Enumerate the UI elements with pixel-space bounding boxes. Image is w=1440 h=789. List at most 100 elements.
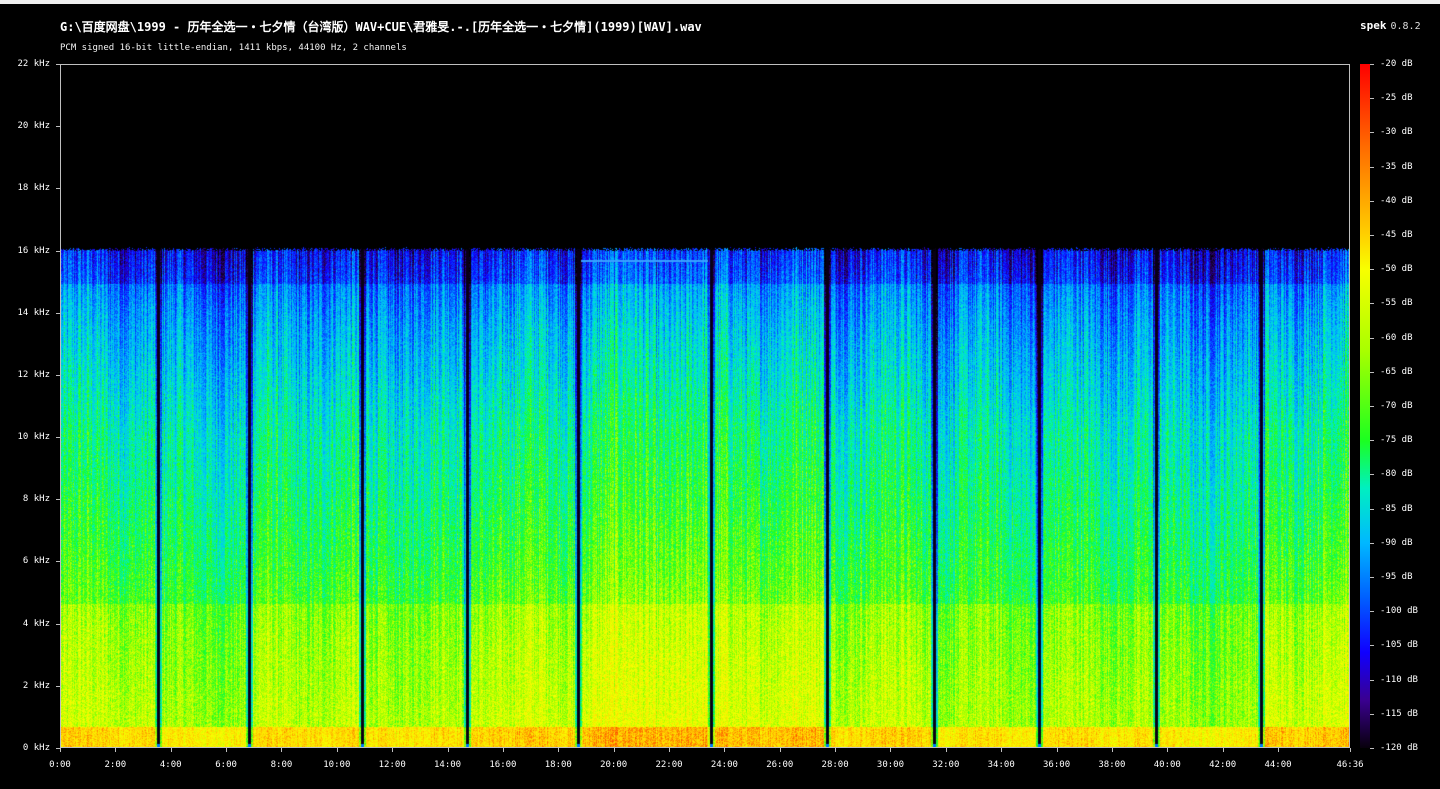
time-tick-label: 32:00: [932, 760, 960, 770]
frequency-tick-label: 14 kHz: [17, 307, 50, 318]
app-version: 0.8.2: [1390, 21, 1421, 32]
time-tick-label: 28:00: [821, 760, 849, 770]
time-tick-mark: [1111, 748, 1113, 752]
frequency-tick-mark: [56, 623, 60, 625]
time-tick-mark: [1167, 748, 1169, 752]
time-tick-mark: [447, 748, 449, 752]
app-branding: spek 0.8.2: [1360, 19, 1421, 32]
time-tick-label: 22:00: [655, 760, 683, 770]
db-tick-label: -70 dB: [1380, 401, 1413, 411]
spectrogram-plot: [60, 64, 1350, 748]
window-top-strip: [0, 0, 1440, 4]
db-tick-mark: [1370, 200, 1374, 202]
time-tick-label: 0:00: [49, 760, 71, 770]
db-color-scale: [1360, 64, 1370, 748]
frequency-tick-mark: [56, 561, 60, 563]
time-tick-mark: [1222, 748, 1224, 752]
time-tick-mark: [779, 748, 781, 752]
time-tick-label: 30:00: [876, 760, 905, 770]
db-tick-label: -20 dB: [1380, 59, 1413, 69]
db-tick-mark: [1370, 64, 1374, 65]
time-tick-label: 16:00: [489, 760, 517, 770]
time-tick-mark: [115, 748, 117, 752]
time-tick-mark: [1056, 748, 1058, 752]
db-tick-mark: [1370, 611, 1374, 613]
time-tick-label: 6:00: [215, 760, 237, 770]
frequency-tick-mark: [56, 499, 60, 501]
time-tick-mark: [724, 748, 726, 752]
db-tick-mark: [1370, 577, 1374, 578]
db-tick-label: -75 dB: [1380, 435, 1413, 446]
db-tick-label: -55 dB: [1380, 298, 1413, 309]
frequency-tick-label: 6 kHz: [22, 556, 50, 567]
db-tick-mark: [1370, 440, 1374, 442]
frequency-tick-label: 2 kHz: [22, 680, 50, 691]
time-tick-label: 18:00: [544, 760, 572, 770]
frequency-tick-mark: [56, 374, 60, 376]
time-tick-label: 10:00: [323, 760, 351, 770]
db-tick-mark: [1370, 303, 1374, 305]
frequency-tick-mark: [56, 64, 60, 65]
db-tick-mark: [1370, 508, 1374, 510]
db-tick-label: -45 dB: [1380, 230, 1413, 240]
db-tick-mark: [1370, 679, 1374, 681]
time-tick-mark: [1350, 748, 1351, 752]
db-tick-mark: [1370, 235, 1374, 236]
db-tick-label: -80 dB: [1380, 469, 1413, 480]
frequency-tick-mark: [56, 685, 60, 687]
frequency-tick-label: 4 kHz: [22, 618, 50, 629]
time-tick-mark: [170, 748, 172, 752]
db-tick-mark: [1370, 132, 1374, 134]
time-tick-mark: [669, 748, 670, 752]
db-tick-mark: [1370, 645, 1374, 647]
db-tick-mark: [1370, 269, 1374, 271]
db-tick-mark: [1370, 166, 1374, 168]
frequency-tick-label: 22 kHz: [17, 59, 50, 69]
frequency-tick-mark: [56, 188, 60, 190]
db-tick-mark: [1370, 406, 1374, 407]
time-tick-mark: [281, 748, 283, 752]
time-tick-mark: [1278, 748, 1280, 752]
db-tick-label: -50 dB: [1380, 264, 1413, 275]
db-tick-mark: [1370, 371, 1374, 373]
frequency-tick-label: 12 kHz: [17, 369, 50, 380]
time-tick-mark: [336, 748, 338, 752]
time-tick-mark: [226, 748, 228, 752]
db-tick-label: -65 dB: [1380, 366, 1413, 377]
db-tick-label: -60 dB: [1380, 332, 1413, 343]
db-tick-label: -105 dB: [1380, 640, 1418, 651]
db-tick-label: -120 dB: [1380, 743, 1418, 753]
time-tick-label: 8:00: [270, 760, 293, 770]
time-tick-mark: [890, 748, 892, 752]
time-tick-label: 20:00: [600, 760, 628, 770]
db-tick-label: -25 dB: [1380, 93, 1413, 104]
frequency-tick-label: 0 kHz: [22, 743, 50, 753]
db-tick-label: -110 dB: [1380, 674, 1418, 685]
time-tick-label: 2:00: [104, 760, 127, 770]
file-path-title: G:\百度网盘\1999 - 历年全选一・七夕情（台湾版）WAV+CUE\君雅旻…: [60, 20, 702, 34]
frequency-tick-mark: [56, 312, 60, 314]
time-tick-label: 44:00: [1264, 760, 1292, 770]
frequency-tick-mark: [56, 126, 60, 128]
time-tick-mark: [1001, 748, 1003, 752]
frequency-tick-mark: [56, 250, 60, 252]
time-tick-label: 24:00: [710, 760, 738, 770]
time-tick-mark: [502, 748, 504, 752]
time-tick-label: 14:00: [434, 760, 462, 770]
stream-info: PCM signed 16-bit little-endian, 1411 kb…: [60, 43, 407, 53]
db-tick-mark: [1370, 337, 1374, 339]
time-tick-label: 46:36: [1336, 760, 1364, 770]
db-tick-label: -115 dB: [1380, 708, 1418, 719]
time-tick-mark: [558, 748, 560, 752]
time-tick-label: 42:00: [1209, 760, 1237, 770]
spectrogram-canvas: [61, 65, 1349, 747]
db-tick-mark: [1370, 713, 1374, 715]
db-tick-mark: [1370, 748, 1374, 749]
time-tick-label: 12:00: [378, 760, 406, 770]
db-tick-label: -35 dB: [1380, 161, 1413, 172]
time-tick-mark: [945, 748, 947, 752]
time-tick-mark: [60, 748, 61, 752]
frequency-tick-label: 20 kHz: [17, 121, 50, 132]
frequency-tick-mark: [56, 437, 60, 439]
db-tick-label: -100 dB: [1380, 606, 1418, 617]
